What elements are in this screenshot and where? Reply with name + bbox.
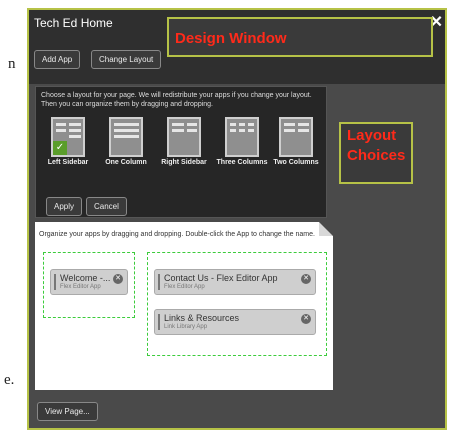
one-column-thumbnail	[109, 117, 143, 157]
drag-handle[interactable]	[158, 274, 160, 290]
layout-instructions: Choose a layout for your page. We will r…	[41, 92, 312, 108]
main-column-drop-zone[interactable]: Contact Us - Flex Editor App Flex Editor…	[147, 252, 327, 356]
drag-handle[interactable]	[158, 314, 160, 330]
layout-choices-panel: Choose a layout for your page. We will r…	[35, 86, 327, 218]
design-window-callout: Design Window	[167, 17, 433, 57]
layout-option-label: Right Sidebar	[161, 159, 207, 166]
view-page-button[interactable]: View Page...	[37, 402, 98, 421]
app-name: Welcome -...	[60, 273, 111, 283]
app-name: Contact Us - Flex Editor App	[164, 273, 278, 283]
remove-app-icon[interactable]: ✕	[113, 274, 123, 284]
document-text-fragment: e.	[4, 372, 15, 388]
window-title: Tech Ed Home	[34, 16, 113, 30]
app-tile[interactable]: Contact Us - Flex Editor App Flex Editor…	[154, 269, 316, 295]
callout-text: Design Window	[175, 30, 287, 47]
callout-text: Layout	[347, 127, 397, 144]
three-columns-thumbnail	[225, 117, 259, 157]
app-type: Flex Editor App	[60, 284, 101, 290]
layout-choices-callout: Layout Choices	[339, 122, 413, 184]
document-text-fragment: n	[8, 56, 16, 72]
layout-option-right-sidebar[interactable]: Right Sidebar	[156, 117, 212, 167]
layout-option-label: Two Columns	[273, 159, 319, 166]
layout-option-label: Left Sidebar	[47, 159, 89, 166]
app-name: Links & Resources	[164, 313, 240, 323]
app-tile[interactable]: Welcome -... Flex Editor App ✕	[50, 269, 128, 295]
organize-instructions: Organize your apps by dragging and dropp…	[39, 231, 315, 238]
remove-app-icon[interactable]: ✕	[301, 314, 311, 324]
left-sidebar-thumbnail: ✓	[51, 117, 85, 157]
layout-option-label: Three Columns	[216, 159, 268, 166]
app-tile[interactable]: Links & Resources Link Library App ✕	[154, 309, 316, 335]
checkmark-icon: ✓	[53, 141, 67, 155]
app-type: Link Library App	[164, 324, 208, 330]
layout-option-three-columns[interactable]: Three Columns	[214, 117, 270, 167]
sidebar-drop-zone[interactable]: Welcome -... Flex Editor App ✕	[43, 252, 135, 318]
apply-button[interactable]: Apply	[46, 197, 83, 216]
design-window: Tech Ed Home ✕ Add App Change Layout Des…	[27, 8, 447, 430]
remove-app-icon[interactable]: ✕	[301, 274, 311, 284]
drag-handle[interactable]	[54, 274, 56, 290]
layout-option-left-sidebar[interactable]: ✓ Left Sidebar	[40, 117, 96, 167]
change-layout-button[interactable]: Change Layout	[91, 50, 162, 69]
cancel-button[interactable]: Cancel	[86, 197, 127, 216]
layout-option-two-columns[interactable]: Two Columns	[268, 117, 324, 167]
layout-option-label: One Column	[105, 159, 147, 166]
layout-option-one-column[interactable]: One Column	[98, 117, 154, 167]
add-app-button[interactable]: Add App	[34, 50, 81, 69]
app-type: Flex Editor App	[164, 284, 205, 290]
organize-apps-area: Organize your apps by dragging and dropp…	[35, 222, 333, 390]
right-sidebar-thumbnail	[167, 117, 201, 157]
two-columns-thumbnail	[279, 117, 313, 157]
callout-text: Choices	[347, 147, 406, 164]
